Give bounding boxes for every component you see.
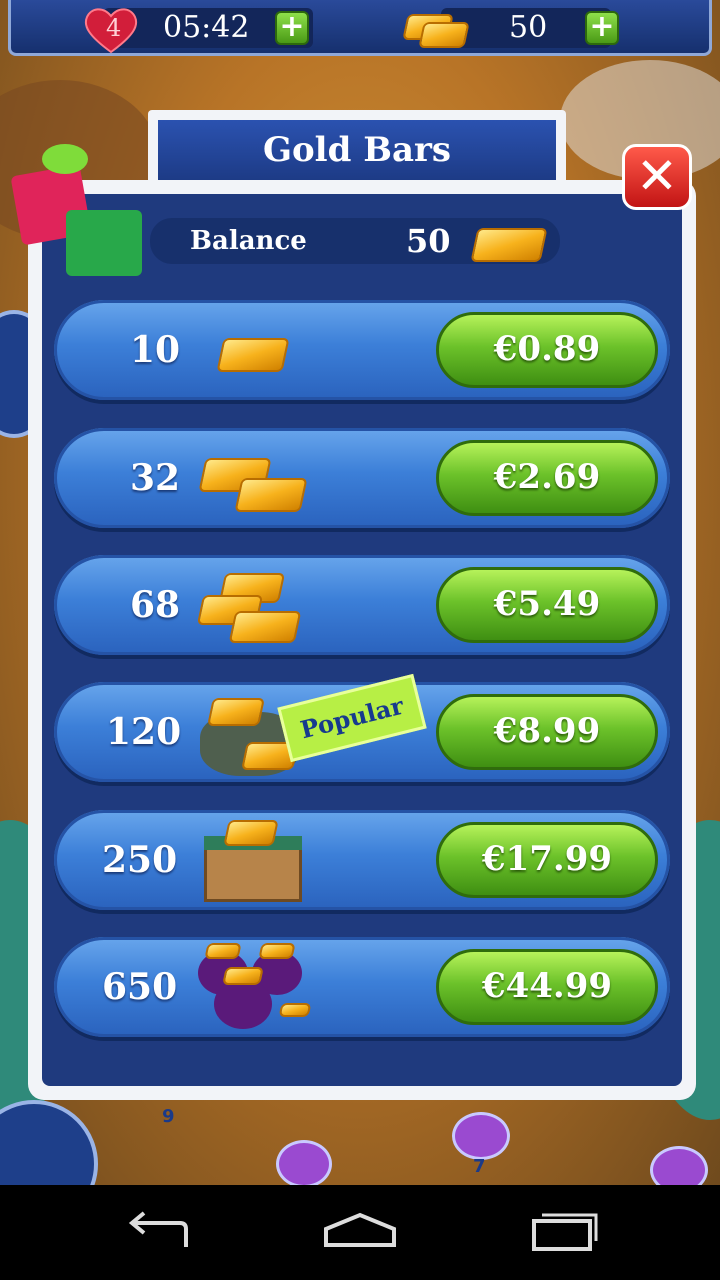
- gift-icon: [10, 140, 146, 280]
- dialog-title: Gold Bars: [158, 120, 556, 180]
- recents-icon: [532, 1213, 598, 1251]
- back-icon: [128, 1211, 188, 1247]
- home-icon: [324, 1212, 396, 1247]
- offer-row[interactable]: 68 €5.49: [54, 555, 670, 655]
- balance-panel: Balance 50: [150, 218, 560, 264]
- gold-stack-icon: [196, 569, 316, 649]
- gold-bar-icon: [214, 328, 294, 378]
- offer-row[interactable]: 250 €17.99: [54, 810, 670, 910]
- offer-row[interactable]: 650 €44.99: [54, 937, 670, 1037]
- buy-button[interactable]: €5.49: [436, 567, 658, 643]
- buy-button[interactable]: €17.99: [436, 822, 658, 898]
- gold-bars-icon: [196, 450, 316, 520]
- dialog-title-tab: Gold Bars: [148, 110, 566, 190]
- balance-value: 50: [406, 222, 451, 260]
- add-lives-button[interactable]: +: [275, 11, 309, 45]
- gold-bar-icon: [397, 8, 477, 52]
- offer-quantity: 32: [130, 457, 181, 499]
- offer-quantity: 120: [106, 711, 182, 753]
- gold-count: 50: [509, 10, 548, 45]
- balance-label: Balance: [190, 226, 307, 256]
- gold-bar-icon: [468, 216, 548, 266]
- offer-row[interactable]: 32 €2.69: [54, 428, 670, 528]
- menu-button[interactable]: [0, 1100, 98, 1185]
- level-node[interactable]: [650, 1146, 708, 1185]
- android-nav-bar: [0, 1185, 720, 1280]
- offer-quantity: 250: [102, 839, 178, 881]
- gold-chest-icon: [200, 818, 310, 906]
- level-node[interactable]: [452, 1112, 510, 1160]
- offer-quantity: 650: [102, 966, 178, 1008]
- level-node[interactable]: [276, 1140, 332, 1185]
- recents-button[interactable]: [520, 1207, 600, 1257]
- level-number: 7: [473, 1156, 486, 1177]
- buy-button[interactable]: €2.69: [436, 440, 658, 516]
- buy-button[interactable]: €8.99: [436, 694, 658, 770]
- lives-count: 4: [106, 14, 122, 42]
- buy-button[interactable]: €0.89: [436, 312, 658, 388]
- life-timer: 05:42: [163, 10, 250, 45]
- offer-quantity: 10: [130, 329, 181, 371]
- hud-bar: 4 05:42 + 50 +: [8, 0, 712, 56]
- offer-row[interactable]: 10 €0.89: [54, 300, 670, 400]
- close-button[interactable]: ✕: [622, 144, 692, 210]
- level-number: 9: [162, 1106, 175, 1127]
- add-gold-button[interactable]: +: [585, 11, 619, 45]
- home-button[interactable]: [320, 1207, 400, 1257]
- gold-cauldrons-icon: [188, 937, 328, 1033]
- offer-quantity: 68: [130, 584, 181, 626]
- back-button[interactable]: [120, 1207, 200, 1257]
- buy-button[interactable]: €44.99: [436, 949, 658, 1025]
